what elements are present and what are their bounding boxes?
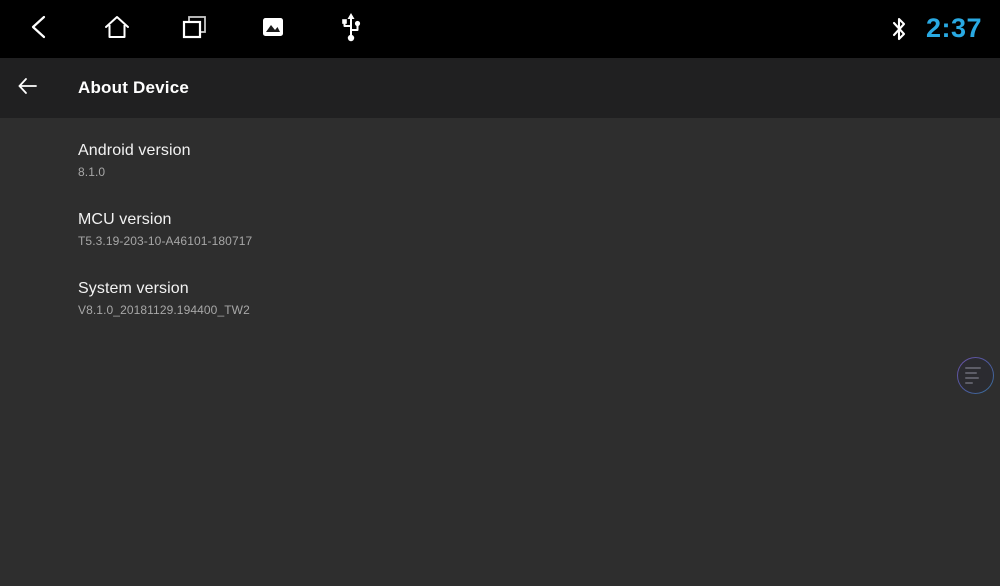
- ball-content-line: [965, 367, 981, 369]
- status-bar-clock: 2:37: [925, 12, 982, 43]
- info-row-mcu-version[interactable]: MCU version T5.3.19-203-10-A46101-180717: [0, 209, 1000, 250]
- info-value: T5.3.19-203-10-A46101-180717: [78, 234, 253, 248]
- device-info-list: Android version 8.1.0 MCU version T5.3.1…: [0, 118, 1000, 319]
- arrow-left-icon: [16, 74, 40, 103]
- ball-content-line: [965, 377, 979, 379]
- info-label: Android version: [78, 142, 191, 159]
- nav-recents-button[interactable]: [156, 0, 234, 58]
- status-bar-right: 2:37: [886, 0, 982, 58]
- nav-usb-button[interactable]: [312, 0, 390, 58]
- home-icon: [102, 12, 132, 47]
- floating-assistant-ball[interactable]: [957, 357, 994, 394]
- device-screen: 2:37 About Device Android version 8.1.0 …: [0, 0, 1000, 586]
- info-row-android-version[interactable]: Android version 8.1.0: [0, 140, 1000, 181]
- floating-ball-content: [958, 358, 993, 393]
- screenshot-icon: [260, 14, 286, 45]
- info-value: V8.1.0_20181129.194400_TW2: [78, 303, 250, 317]
- nav-home-button[interactable]: [78, 0, 156, 58]
- page-title: About Device: [78, 78, 190, 97]
- content-area: Android version 8.1.0 MCU version T5.3.1…: [0, 118, 1000, 586]
- action-bar: About Device: [0, 58, 1000, 118]
- nav-screenshot-button[interactable]: [234, 0, 312, 58]
- status-bar: 2:37: [0, 0, 1000, 58]
- info-row-system-version[interactable]: System version V8.1.0_20181129.194400_TW…: [0, 278, 1000, 319]
- info-label: MCU version: [78, 211, 172, 228]
- nav-back-button[interactable]: [0, 0, 78, 58]
- action-bar-back-button[interactable]: [0, 58, 56, 118]
- system-navigation-bar: [0, 0, 390, 58]
- ball-content-line: [965, 372, 977, 374]
- info-label: System version: [78, 280, 189, 297]
- ball-content-line: [965, 382, 973, 384]
- bluetooth-icon: [886, 14, 912, 44]
- recents-icon: [180, 12, 210, 47]
- info-value: 8.1.0: [78, 165, 106, 179]
- back-icon: [26, 12, 52, 47]
- usb-icon: [337, 11, 365, 48]
